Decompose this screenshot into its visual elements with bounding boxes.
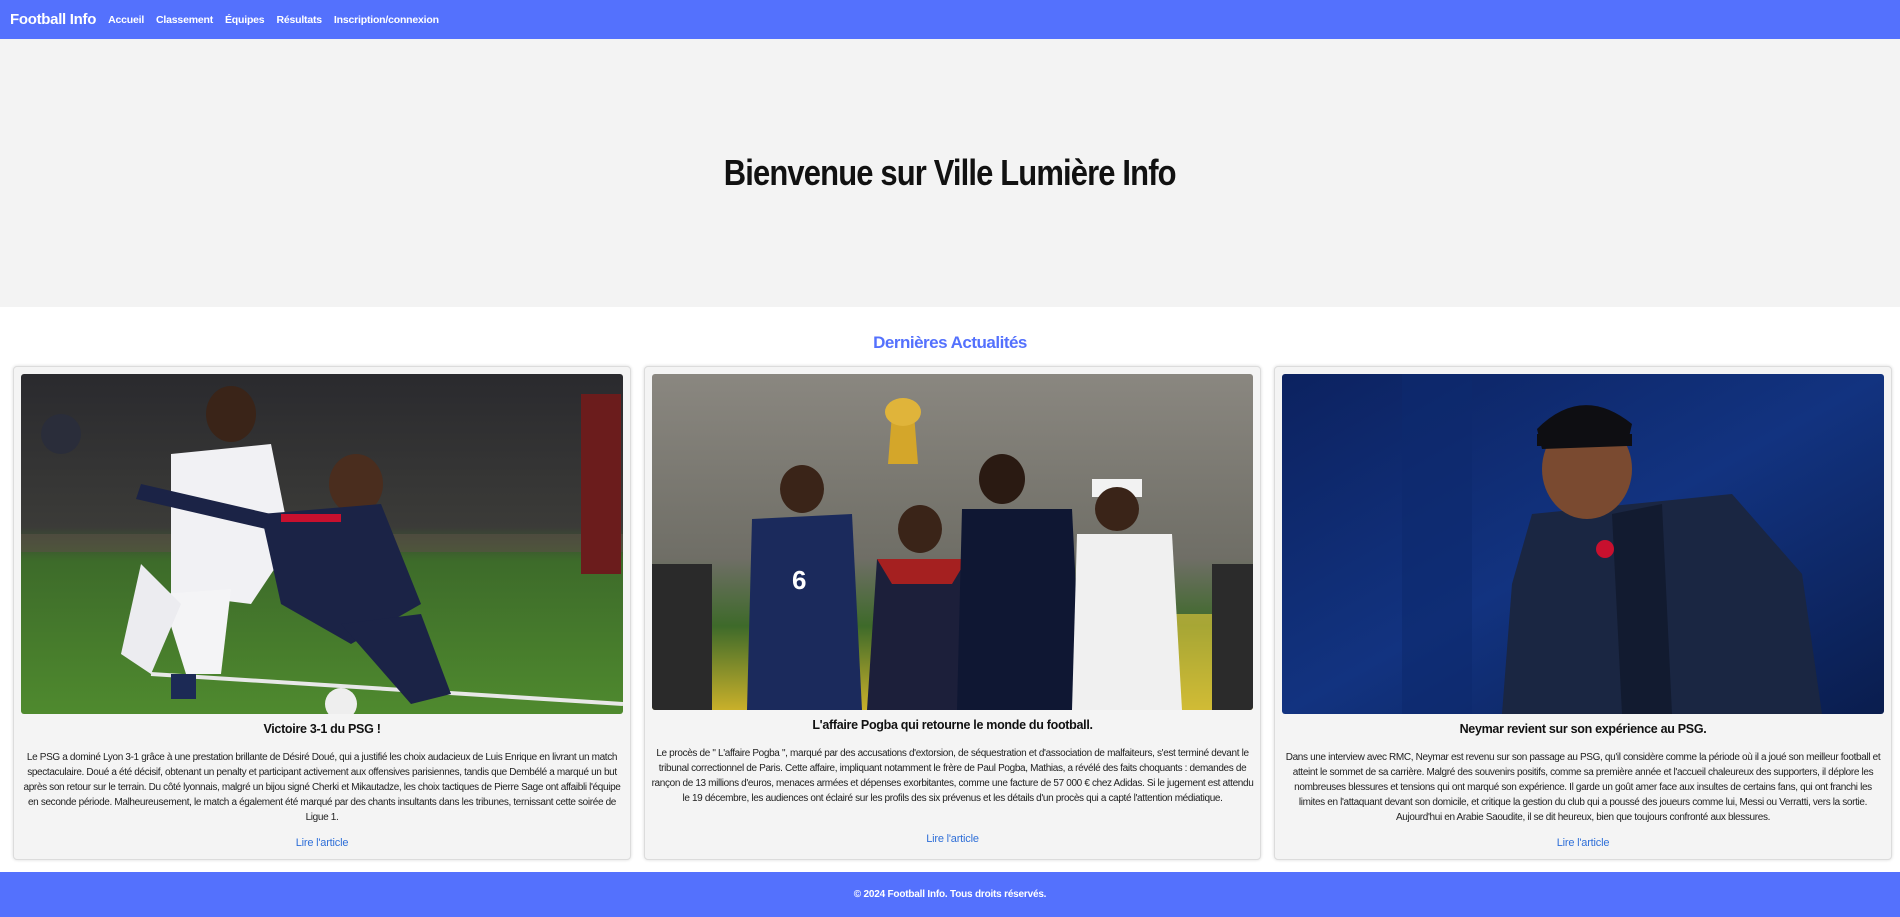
card-image-pogba: 6: [652, 374, 1253, 710]
nav-link-resultats[interactable]: Résultats: [276, 14, 322, 26]
svg-text:6: 6: [792, 565, 806, 595]
navbar: Football Info Accueil Classement Équipes…: [0, 0, 1900, 39]
read-article-link[interactable]: Lire l'article: [1275, 837, 1891, 849]
card-title: Neymar revient sur son expérience au PSG…: [1459, 722, 1707, 736]
hero-banner: Bienvenue sur Ville Lumière Info: [0, 39, 1900, 307]
card-image-neymar: [1282, 374, 1884, 714]
news-card-neymar: Neymar revient sur son expérience au PSG…: [1274, 366, 1892, 860]
card-title: L'affaire Pogba qui retourne le monde du…: [812, 718, 1093, 732]
news-card-psg-lyon: Victoire 3-1 du PSG ! Le PSG a dominé Ly…: [13, 366, 631, 860]
hero-title: Bienvenue sur Ville Lumière Info: [724, 152, 1177, 193]
footer: © 2024 Football Info. Tous droits réserv…: [0, 872, 1900, 917]
card-image-psg-lyon: [21, 374, 623, 714]
copyright-text: © 2024 Football Info. Tous droits réserv…: [853, 889, 1047, 900]
news-card-pogba: 6 L'affaire Pogba qui retourne le monde …: [644, 366, 1261, 860]
nav-link-accueil[interactable]: Accueil: [108, 14, 144, 26]
read-article-link[interactable]: Lire l'article: [645, 833, 1260, 845]
nav-link-classement[interactable]: Classement: [156, 14, 213, 26]
card-text: Le procès de " L'affaire Pogba ", marqué…: [651, 748, 1254, 804]
news-section-title: Dernières Actualités: [873, 333, 1027, 352]
card-text: Le PSG a dominé Lyon 3-1 grâce à une pre…: [23, 752, 621, 823]
card-text: Dans une interview avec RMC, Neymar est …: [1285, 752, 1881, 823]
brand-logo[interactable]: Football Info: [10, 11, 96, 28]
read-article-link[interactable]: Lire l'article: [14, 837, 630, 849]
card-title: Victoire 3-1 du PSG !: [263, 722, 381, 736]
nav-link-equipes[interactable]: Équipes: [225, 14, 265, 26]
nav-link-inscription[interactable]: Inscription/connexion: [334, 14, 439, 26]
